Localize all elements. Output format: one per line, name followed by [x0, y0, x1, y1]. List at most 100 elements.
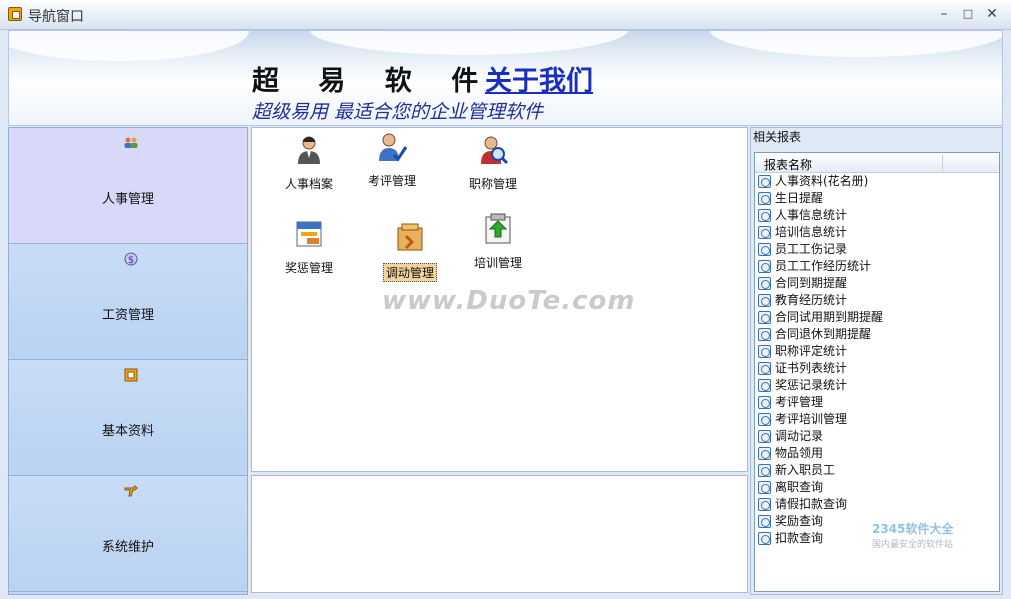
watermark: www.DuoTe.com	[382, 286, 636, 316]
title-search-icon	[481, 136, 509, 165]
report-icon	[758, 396, 771, 409]
report-item-label: 新入职员工	[775, 463, 836, 477]
report-icon	[758, 209, 771, 222]
corner-logo: 2345软件大全 国内最安全的软件站	[872, 520, 953, 550]
tile-label: 调动管理	[382, 263, 437, 282]
report-item-label: 职称评定统计	[775, 344, 848, 358]
report-icon	[758, 447, 771, 460]
report-item-label: 员工工伤记录	[775, 242, 848, 256]
close-button[interactable]: ✕	[982, 5, 1002, 23]
corner-logo-text: 2345软件大全	[872, 522, 954, 536]
banner: 超 易 软 件 关于我们 超级易用 最适合您的企业管理软件	[8, 30, 1003, 126]
report-item-label: 奖惩记录统计	[775, 378, 848, 392]
app-icon	[8, 7, 22, 21]
slogan: 超级易用 最适合您的企业管理软件	[252, 101, 544, 123]
tile-training[interactable]: 培训管理	[456, 213, 540, 271]
report-icon	[758, 430, 771, 443]
nav-item-system[interactable]: 系统维护	[9, 476, 247, 592]
report-item-label: 人事信息统计	[775, 208, 848, 222]
report-item[interactable]: 物品领用	[755, 445, 999, 462]
tile-personnel-files[interactable]: 人事档案	[267, 134, 351, 192]
tile-evaluation[interactable]: 考评管理	[350, 131, 434, 189]
report-icon	[758, 464, 771, 477]
nav-item-basic-data[interactable]: 基本资料	[9, 360, 247, 476]
tile-label: 人事档案	[284, 177, 333, 191]
report-item[interactable]: 培训信息统计	[755, 224, 999, 241]
document-icon	[124, 368, 138, 382]
nav-label: 系统维护	[101, 540, 154, 555]
report-icon	[758, 515, 771, 528]
report-item[interactable]: 考评管理	[755, 394, 999, 411]
report-item[interactable]: 生日提醒	[755, 190, 999, 207]
report-icon	[758, 175, 771, 188]
title-bar: 导航窗口 – □ ✕	[0, 0, 1011, 30]
brand-title: 超 易 软 件	[252, 66, 494, 97]
report-item[interactable]: 职称评定统计	[755, 343, 999, 360]
nav-item-salary[interactable]: $ 工资管理	[9, 244, 247, 360]
svg-text:$: $	[128, 255, 134, 266]
details-panel	[251, 475, 748, 593]
about-us-link[interactable]: 关于我们	[485, 59, 593, 98]
report-icon	[758, 481, 771, 494]
report-icon	[758, 532, 771, 545]
report-item[interactable]: 合同到期提醒	[755, 275, 999, 292]
training-icon	[485, 213, 511, 244]
report-item[interactable]: 员工工伤记录	[755, 241, 999, 258]
report-item[interactable]: 新入职员工	[755, 462, 999, 479]
maximize-button[interactable]: □	[958, 5, 978, 23]
report-icon	[758, 243, 771, 256]
money-icon: $	[124, 252, 138, 266]
report-item-label: 培训信息统计	[775, 225, 848, 239]
report-item[interactable]: 合同试用期到期提醒	[755, 309, 999, 326]
report-item[interactable]: 离职查询	[755, 479, 999, 496]
report-item[interactable]: 证书列表统计	[755, 360, 999, 377]
report-item[interactable]: 教育经历统计	[755, 292, 999, 309]
tile-label: 奖惩管理	[284, 261, 333, 275]
minimize-button[interactable]: –	[934, 5, 954, 23]
report-item[interactable]: 人事信息统计	[755, 207, 999, 224]
nav-label: 基本资料	[101, 424, 154, 439]
report-icon	[758, 498, 771, 511]
cloud-decoration	[9, 31, 249, 61]
report-icon	[758, 379, 771, 392]
report-list-header[interactable]: 报表名称	[755, 153, 999, 173]
report-item[interactable]: 请假扣款查询	[755, 496, 999, 513]
report-icon	[758, 260, 771, 273]
report-item-label: 物品领用	[775, 446, 824, 460]
report-item[interactable]: 人事资料(花名册)	[755, 173, 999, 190]
tile-transfer[interactable]: 调动管理	[368, 222, 452, 282]
report-item-label: 扣款查询	[775, 531, 824, 545]
report-item-label: 员工工作经历统计	[775, 259, 872, 273]
award-icon	[296, 221, 322, 247]
column-separator[interactable]	[942, 155, 943, 171]
report-icon	[758, 311, 771, 324]
report-icon	[758, 413, 771, 426]
report-item-label: 奖励查询	[775, 514, 824, 528]
column-header-report-name: 报表名称	[764, 158, 813, 172]
cloud-decoration	[709, 31, 1002, 57]
report-icon	[758, 294, 771, 307]
tile-rewards-penalties[interactable]: 奖惩管理	[267, 218, 351, 276]
function-panel: 人事档案 考评管理 职称管理 奖惩管理 调动管理 培训管理 www.DuoTe.…	[251, 127, 748, 472]
report-item-label: 合同到期提醒	[775, 276, 848, 290]
nav-item-personnel[interactable]: 人事管理	[9, 128, 247, 244]
person-icon	[298, 136, 320, 164]
people-icon	[124, 137, 138, 148]
report-item[interactable]: 合同退休到期提醒	[755, 326, 999, 343]
report-icon	[758, 362, 771, 375]
window-title: 导航窗口	[28, 9, 84, 25]
tile-label: 培训管理	[473, 256, 522, 270]
report-item-label: 教育经历统计	[775, 293, 848, 307]
report-item[interactable]: 考评培训管理	[755, 411, 999, 428]
report-item-label: 人事资料(花名册)	[775, 174, 869, 188]
report-item[interactable]: 员工工作经历统计	[755, 258, 999, 275]
report-item[interactable]: 奖惩记录统计	[755, 377, 999, 394]
report-item-label: 离职查询	[775, 480, 824, 494]
nav-label: 工资管理	[101, 308, 154, 323]
report-item[interactable]: 调动记录	[755, 428, 999, 445]
tile-label: 考评管理	[367, 174, 416, 188]
tile-title-management[interactable]: 职称管理	[451, 134, 535, 192]
report-item-label: 考评培训管理	[775, 412, 848, 426]
report-icon	[758, 328, 771, 341]
report-item-label: 生日提醒	[775, 191, 824, 205]
